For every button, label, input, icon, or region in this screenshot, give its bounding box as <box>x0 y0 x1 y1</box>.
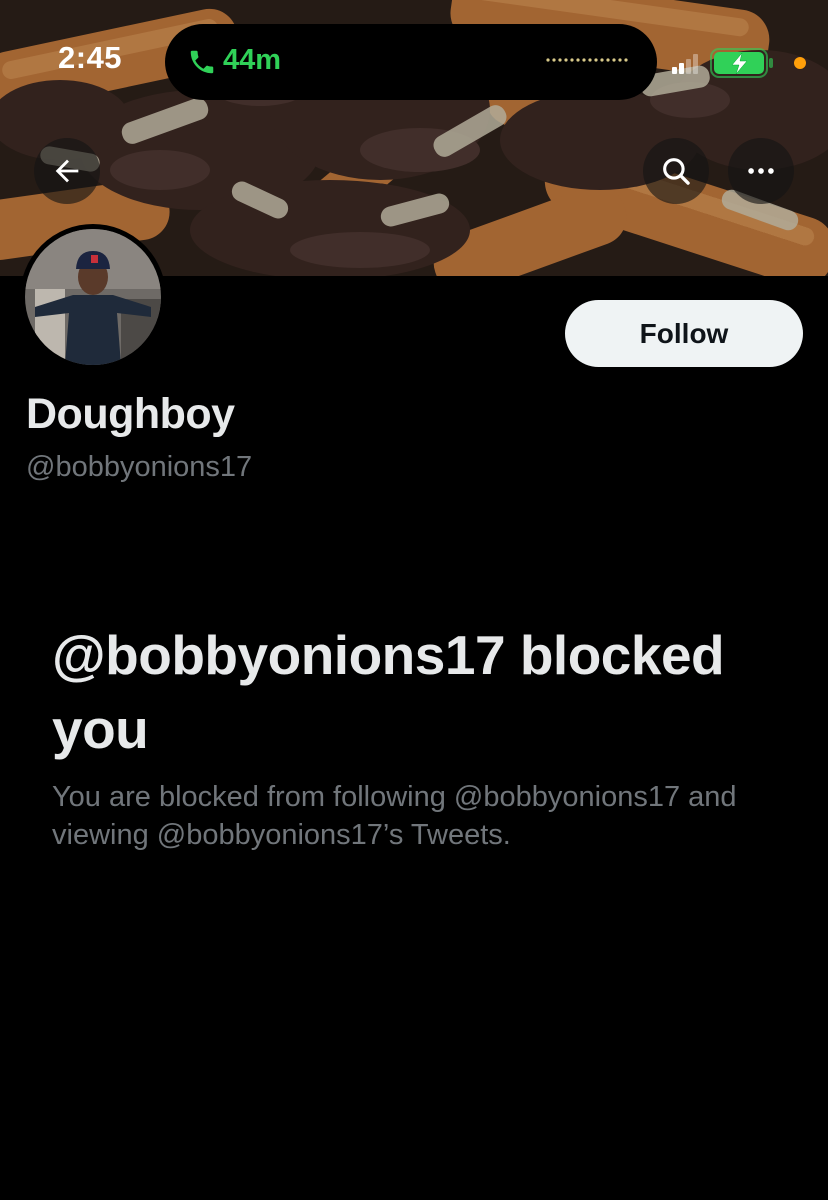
call-audio-waveform-icon <box>546 58 628 62</box>
call-duration: 44m <box>223 44 282 76</box>
display-name: Doughboy <box>26 390 235 438</box>
call-indicator[interactable]: 44m <box>165 24 657 100</box>
cellular-signal-icon <box>672 54 698 74</box>
more-options-button[interactable] <box>728 138 794 204</box>
arrow-left-icon <box>55 159 79 183</box>
profile-handle: @bobbyonions17 <box>26 451 253 483</box>
battery-charging-icon <box>710 48 773 78</box>
more-horizontal-icon <box>748 168 774 174</box>
blocked-title: @bobbyonions17 blocked you <box>52 624 725 760</box>
follow-button[interactable]: Follow <box>565 300 803 367</box>
search-icon <box>663 158 690 185</box>
back-button[interactable] <box>34 138 100 204</box>
status-time: 2:45 <box>58 40 123 75</box>
blocked-description: You are blocked from following @bobbyoni… <box>52 781 737 851</box>
search-button[interactable] <box>643 138 709 204</box>
phone-icon <box>190 50 214 74</box>
avatar[interactable] <box>20 224 166 370</box>
privacy-indicator-dot <box>794 57 806 69</box>
